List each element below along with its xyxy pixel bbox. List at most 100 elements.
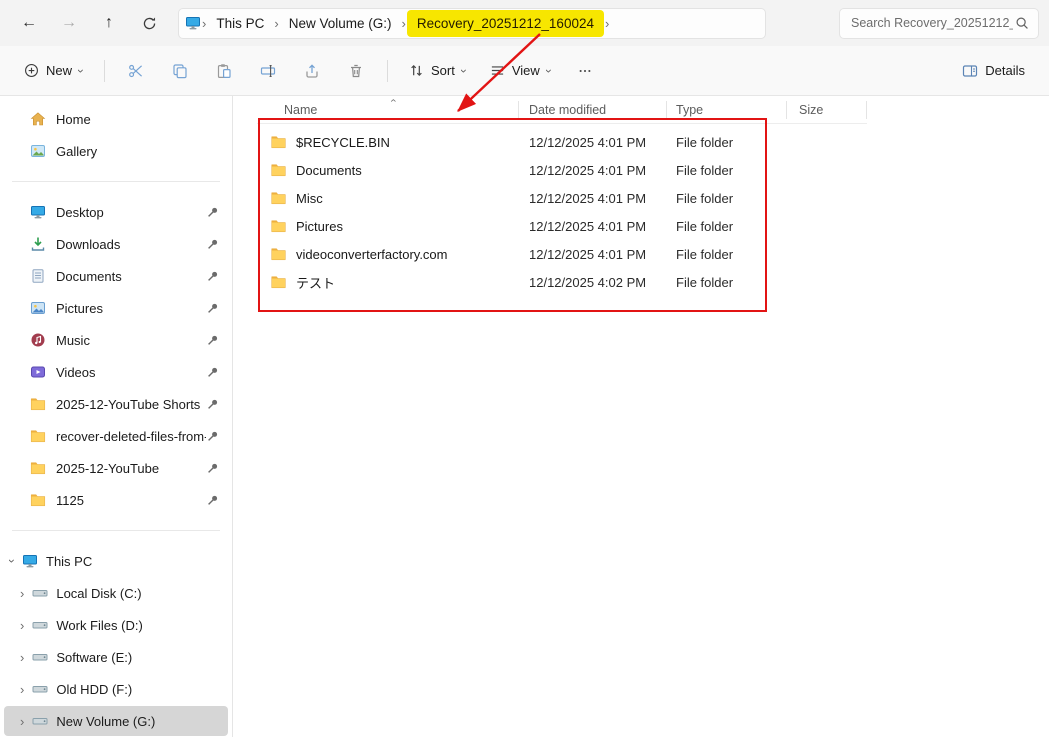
breadcrumb-item-volume[interactable]: New Volume (G:) <box>280 12 401 35</box>
file-name-cell: videoconverterfactory.com <box>257 247 519 262</box>
sidebar-divider <box>12 181 220 182</box>
sort-button[interactable]: Sort › <box>399 56 476 85</box>
chevron-right-icon[interactable]: › <box>20 715 24 728</box>
pin-icon <box>207 334 219 346</box>
navigation-bar: ← → ↑ › This PC › New Volume (G:) › Reco… <box>0 0 1049 46</box>
sidebar-item-youtube-folder[interactable]: 2025-12-YouTube <box>4 453 228 483</box>
file-row[interactable]: Documents 12/12/2025 4:01 PM File folder <box>257 156 867 184</box>
pin-icon <box>207 398 219 410</box>
file-row[interactable]: テスト 12/12/2025 4:02 PM File folder <box>257 268 867 296</box>
chevron-right-icon[interactable]: › <box>20 619 24 632</box>
this-pc-icon <box>22 553 38 569</box>
sidebar-item-old-hdd-f[interactable]: › Old HDD (F:) <box>4 674 228 704</box>
sidebar-item-new-volume-g[interactable]: › New Volume (G:) <box>4 706 228 736</box>
sidebar-item-videos[interactable]: Videos <box>4 357 228 387</box>
sidebar-item-software-e[interactable]: › Software (E:) <box>4 642 228 672</box>
new-button[interactable]: New › <box>14 56 93 85</box>
back-button[interactable]: ← <box>10 6 48 40</box>
address-bar[interactable]: › This PC › New Volume (G:) › Recovery_2… <box>178 8 766 39</box>
breadcrumb-chevron-icon[interactable]: › <box>274 17 278 30</box>
paste-icon <box>216 63 232 79</box>
view-button-label: View <box>512 63 540 78</box>
paste-button[interactable] <box>204 53 244 89</box>
sidebar-item-pictures[interactable]: Pictures <box>4 293 228 323</box>
column-header-size[interactable]: Size <box>787 101 867 119</box>
breadcrumb-chevron-icon[interactable]: › <box>202 17 206 30</box>
file-type: File folder <box>667 163 787 178</box>
column-header-label: Size <box>799 103 823 117</box>
details-button[interactable]: Details <box>952 56 1035 86</box>
sidebar-item-local-disk-c[interactable]: › Local Disk (C:) <box>4 578 228 608</box>
sidebar-item-work-files-d[interactable]: › Work Files (D:) <box>4 610 228 640</box>
file-row[interactable]: videoconverterfactory.com 12/12/2025 4:0… <box>257 240 867 268</box>
drive-icon <box>32 681 48 697</box>
sidebar-item-label: Desktop <box>56 205 104 220</box>
file-name-cell: テスト <box>257 273 519 292</box>
document-icon <box>30 268 46 284</box>
home-icon <box>30 111 46 127</box>
sidebar-item-documents[interactable]: Documents <box>4 261 228 291</box>
sidebar-item-recover-deleted-files-folder[interactable]: recover-deleted-files-from-rec <box>4 421 228 451</box>
forward-button[interactable]: → <box>50 6 88 40</box>
view-button[interactable]: View › <box>480 56 561 85</box>
pin-icon <box>207 366 219 378</box>
column-header-name[interactable]: › Name <box>257 101 519 119</box>
folder-icon <box>270 135 287 149</box>
breadcrumb-chevron-icon[interactable]: › <box>401 17 405 30</box>
sidebar-item-this-pc[interactable]: › This PC <box>4 546 228 576</box>
delete-button[interactable] <box>336 53 376 89</box>
sidebar-item-home[interactable]: Home <box>4 104 228 134</box>
breadcrumb-item-current-folder[interactable]: Recovery_20251212_160024 <box>407 10 604 37</box>
file-type: File folder <box>667 135 787 150</box>
sidebar-divider <box>12 530 220 531</box>
folder-icon <box>30 493 46 507</box>
file-name: Pictures <box>296 219 343 234</box>
chevron-right-icon[interactable]: › <box>20 587 24 600</box>
copy-button[interactable] <box>160 53 200 89</box>
sidebar-item-youtube-shorts-folder[interactable]: 2025-12-YouTube Shorts <box>4 389 228 419</box>
sidebar-item-music[interactable]: Music <box>4 325 228 355</box>
chevron-right-icon[interactable]: › <box>20 683 24 696</box>
breadcrumb-item-this-pc[interactable]: This PC <box>207 12 273 35</box>
pin-icon <box>207 206 219 218</box>
folder-icon <box>270 275 287 289</box>
chevron-down-icon: › <box>458 69 470 73</box>
file-name-cell: $RECYCLE.BIN <box>257 135 519 150</box>
sidebar-item-downloads[interactable]: Downloads <box>4 229 228 259</box>
column-header-date-modified[interactable]: Date modified <box>519 101 667 119</box>
sidebar-item-label: 2025-12-YouTube <box>56 461 159 476</box>
cut-icon <box>128 63 144 79</box>
pin-icon <box>207 430 219 442</box>
file-type: File folder <box>667 219 787 234</box>
file-row[interactable]: Pictures 12/12/2025 4:01 PM File folder <box>257 212 867 240</box>
sidebar-item-label: This PC <box>46 554 92 569</box>
ellipsis-icon <box>578 64 592 78</box>
chevron-down-icon[interactable]: › <box>6 559 18 563</box>
up-button[interactable]: ↑ <box>90 6 128 40</box>
sidebar-item-gallery[interactable]: Gallery <box>4 136 228 166</box>
file-date-modified: 12/12/2025 4:01 PM <box>519 135 667 150</box>
downloads-icon <box>30 236 46 252</box>
sidebar-item-label: Music <box>56 333 90 348</box>
file-explorer-window: ← → ↑ › This PC › New Volume (G:) › Reco… <box>0 0 1049 737</box>
search-input[interactable] <box>849 15 1015 31</box>
file-row[interactable]: Misc 12/12/2025 4:01 PM File folder <box>257 184 867 212</box>
file-date-modified: 12/12/2025 4:01 PM <box>519 219 667 234</box>
new-plus-icon <box>24 63 39 78</box>
refresh-button[interactable] <box>130 6 168 40</box>
rename-button[interactable] <box>248 53 288 89</box>
sidebar-item-1125-folder[interactable]: 1125 <box>4 485 228 515</box>
sidebar-item-label: Work Files (D:) <box>56 618 142 633</box>
sort-icon <box>409 63 424 78</box>
search-box[interactable] <box>839 8 1039 39</box>
column-header-type[interactable]: Type <box>667 101 787 119</box>
share-button[interactable] <box>292 53 332 89</box>
cut-button[interactable] <box>116 53 156 89</box>
more-options-button[interactable] <box>565 53 605 89</box>
chevron-right-icon[interactable]: › <box>20 651 24 664</box>
copy-icon <box>172 63 188 79</box>
sidebar-item-desktop[interactable]: Desktop <box>4 197 228 227</box>
file-row[interactable]: $RECYCLE.BIN 12/12/2025 4:01 PM File fol… <box>257 128 867 156</box>
breadcrumb-chevron-icon[interactable]: › <box>605 17 609 30</box>
folder-icon <box>270 191 287 205</box>
